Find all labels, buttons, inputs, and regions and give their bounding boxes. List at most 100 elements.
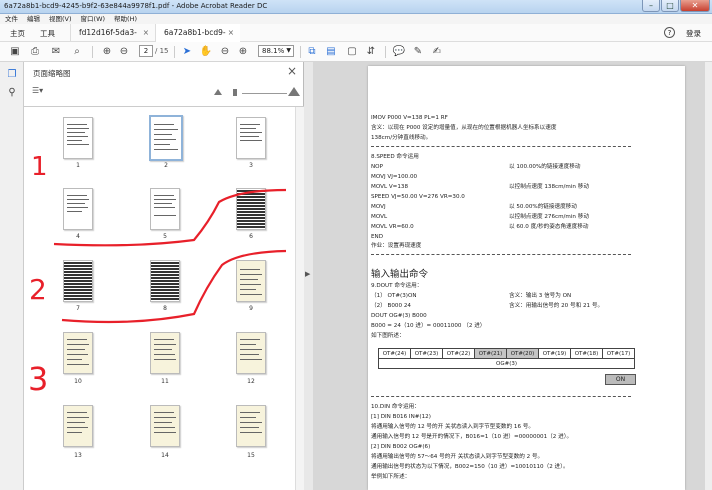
tab-home[interactable]: 主页 [10,28,25,39]
code-comment: 以 100.00%的链接速度移动 [509,164,581,170]
thumbnail-page-12[interactable] [236,332,266,374]
slider-knob[interactable] [233,89,237,96]
thumbnail-page-6[interactable] [236,188,266,230]
tab-doc-2-close-icon[interactable]: × [228,24,234,42]
maximize-button[interactable]: □ [661,0,679,12]
ot-cell: OT#(24) [378,348,411,359]
panel-collapse-icon[interactable]: ▶ [305,270,310,278]
annotation-number-2: 2 [29,273,47,306]
attachments-icon[interactable]: ⚲ [5,86,19,100]
login-link[interactable]: 登录 [686,28,701,39]
panel-divider [24,106,304,107]
close-window-button[interactable]: ✕ [680,0,710,12]
thumbnail-page-5[interactable] [150,188,180,230]
thumbnail-label: 8 [163,305,167,312]
pdf-page: IMOV P000 V=138 PL=1 RF 含义：以现在 P000 设定的增… [368,66,685,490]
code-comment: 含义：用输出信号的 20 号和 21 号。 [509,303,604,309]
thumbnail-page-9[interactable] [236,260,266,302]
tab-tools[interactable]: 工具 [40,28,55,39]
rotate-icon[interactable]: ⇵ [364,45,378,59]
doc-text: 举例如下所述： [371,474,411,480]
zoom-out-icon[interactable]: ⊖ [218,45,232,59]
help-icon[interactable]: ? [664,27,675,38]
menu-bar: 文件 编辑 视图(V) 窗口(W) 帮助(H) [0,14,712,24]
thumbnail-size-slider[interactable] [242,93,287,94]
menu-edit[interactable]: 编辑 [27,14,40,24]
ot-cell: OT#(19) [538,348,571,359]
toolbar-divider [385,46,386,58]
comment-icon[interactable]: 💬 [392,45,406,59]
highlight-pen-icon[interactable]: ✎ [411,45,425,59]
thumbnail-page-15[interactable] [236,405,266,447]
panel-close-icon[interactable]: × [287,64,297,78]
scroll-mode-icon[interactable]: ▤ [324,45,338,59]
dashed-rule [371,254,631,255]
thumbnail-page-4[interactable] [63,188,93,230]
thumbnail-page-11[interactable] [150,332,180,374]
thumbnail-label: 14 [161,452,169,459]
section-title: 输入输出命令 [371,269,429,280]
annotation-number-3: 3 [28,360,48,398]
code-line: DOUT OG#(3) B000 [371,313,427,319]
tab-doc-1[interactable]: fd12d16f-5da3-4fb... × [70,24,155,55]
next-page-icon[interactable]: ⊖ [117,45,131,59]
zoom-in-icon[interactable]: ⊕ [236,45,250,59]
doc-text: 将通用输入信号的 12 号的开 关状态读入到字节型变数的 16 号。 [371,424,534,430]
doc-text: 将通用输出信号的 57～64 号的开 关状态读入到字节型变数的 2 号。 [371,454,544,460]
thumbnail-label: 9 [249,305,253,312]
save-icon[interactable]: ▣ [8,45,22,59]
tab-bar: 主页 工具 fd12d16f-5da3-4fb... × 6a72a8b1-bc… [0,24,712,55]
menu-window[interactable]: 窗口(W) [81,14,106,24]
code-line: MOVL [371,214,388,220]
hand-tool-icon[interactable]: ✋ [199,45,213,59]
thumbnail-page-1[interactable] [63,117,93,159]
menu-file[interactable]: 文件 [5,14,18,24]
fit-page-icon[interactable]: ⧉ [305,45,319,59]
read-mode-icon[interactable]: ▢ [345,45,359,59]
thumbnail-panel: 页面缩略图 × ☰▾ 1 2 3 4 5 6 7 8 9 10 11 12 13… [24,62,304,490]
email-icon[interactable]: ✉ [49,45,63,59]
code-comment: 含义：输出 3 信号为 ON [509,293,572,299]
code-line: MOVL VR=60.0 [371,224,414,230]
prev-page-icon[interactable]: ⊕ [100,45,114,59]
thumbnail-page-3[interactable] [236,117,266,159]
doc-text: 含义：以现在 P000 设定的增量值，从现在的位置根据机器人坐标系以速度 [371,125,557,131]
code-line: END [371,234,384,240]
tab-doc-2[interactable]: 6a72a8b1-bcd9-42... × [155,24,240,55]
tab-doc-1-close-icon[interactable]: × [143,24,149,42]
thumbnail-size-large-icon[interactable] [288,87,300,96]
ot-cell: OT#(18) [570,348,603,359]
thumbnail-page-7[interactable] [63,260,93,302]
thumbnail-scrollbar[interactable] [295,107,304,490]
doc-text: 通用输入信号的 12 号是开的情况下，B016=1（10 进）=00000001… [371,434,573,440]
thumbnail-page-14[interactable] [150,405,180,447]
minimize-button[interactable]: – [642,0,660,12]
code-comment: 以控制点速度 138cm/min 移动 [509,184,589,190]
toolbar-divider [300,46,301,58]
thumbnail-page-13[interactable] [63,405,93,447]
document-scrollbar[interactable] [705,62,712,490]
thumbnail-size-small-icon[interactable] [214,89,222,95]
select-cursor-icon[interactable]: ➤ [181,45,193,59]
doc-text: 138cm/分钟直线移动。 [371,135,432,141]
window-title: 6a72a8b1-bcd9-4245-b9f2-63e844a9978f1.pd… [4,2,268,10]
thumbnail-page-2[interactable] [149,115,183,161]
search-icon[interactable]: ⌕ [70,45,84,59]
toolbar: ▣ ⎙ ✉ ⌕ ⊕ ⊖ ➤ ✋ ⊖ ⊕ ⧉ ▤ ▢ ⇵ 💬 ✎ ✍ [0,42,712,62]
menu-view[interactable]: 视图(V) [49,14,72,24]
code-line: [1] DIN B016 IN#(12) [371,414,431,420]
doc-text: IMOV P000 V=138 PL=1 RF [371,115,448,121]
thumbnail-page-10[interactable] [63,332,93,374]
page-thumbnails-icon[interactable]: ❐ [5,68,19,82]
zoom-select[interactable]: 88.1% ▼ [258,45,294,57]
ot-cell: OT#(22) [442,348,475,359]
options-menu-icon[interactable]: ☰▾ [32,86,43,95]
page-number-input[interactable]: 2 [139,45,153,57]
code-line: MOVL V=138 [371,184,409,190]
section-heading: 9.DOUT 命令运用： [371,283,423,289]
print-icon[interactable]: ⎙ [28,45,42,59]
menu-help[interactable]: 帮助(H) [114,14,137,24]
doc-text: 如下图所述： [371,333,405,339]
sign-icon[interactable]: ✍ [430,45,444,59]
thumbnail-page-8[interactable] [150,260,180,302]
